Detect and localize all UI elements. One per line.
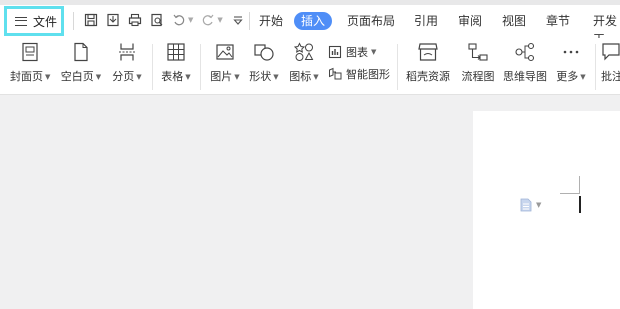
divider: [249, 12, 250, 30]
shape-icon: [254, 44, 274, 61]
undo-dropdown-icon[interactable]: ▼: [188, 16, 193, 24]
ribbon-insert: 封面页 ▼ 空白页 ▼ 分页 ▼ 表格 ▼ 图片 ▼ 形状 ▼ 图标 ▼ 图表 ▼ 智能图形 稻…: [0, 38, 620, 95]
more-dots-icon: [563, 50, 579, 54]
divider: [73, 12, 74, 30]
flowchart-label: 流程图: [461, 70, 495, 83]
tab-page-layout[interactable]: 页面布局: [347, 12, 395, 30]
chevron-down-icon: ▼: [580, 73, 586, 81]
chevron-down-icon: ▼: [273, 73, 279, 81]
ribbon-divider: [397, 44, 398, 90]
smartart-icon: [329, 67, 342, 80]
print-preview-icon[interactable]: [150, 13, 164, 27]
file-menu-button[interactable]: 文件: [4, 6, 64, 36]
paste-options-button[interactable]: ▼: [520, 198, 541, 212]
print-icon[interactable]: [128, 13, 142, 27]
tab-home[interactable]: 开始: [259, 12, 283, 30]
smartart-label: 智能图形: [346, 68, 390, 81]
page-break-button[interactable]: 分页 ▼: [110, 42, 144, 84]
mindmap-button[interactable]: 思维导图: [501, 42, 549, 84]
flowchart-button[interactable]: 流程图: [459, 42, 497, 84]
icons-library-icon: [294, 42, 314, 61]
comment-icon: [602, 43, 620, 61]
icon-button[interactable]: 图标 ▼: [287, 42, 321, 84]
tab-insert[interactable]: 插入: [294, 12, 333, 30]
ribbon-divider: [595, 44, 596, 90]
chevron-down-icon: ▼: [95, 73, 102, 81]
blank-page-icon: [74, 42, 88, 62]
tab-developer[interactable]: 开发工: [593, 12, 620, 46]
shape-label: 形状: [249, 70, 272, 83]
redo-icon[interactable]: [201, 13, 215, 27]
save-icon[interactable]: [84, 13, 98, 27]
resources-label: 稻壳资源: [406, 70, 450, 83]
cover-page-button[interactable]: 封面页 ▼: [10, 42, 50, 84]
icon-label: 图标: [289, 70, 312, 83]
chevron-down-icon: ▼: [313, 73, 319, 81]
tab-sections[interactable]: 章节: [546, 12, 570, 30]
undo-icon[interactable]: [172, 13, 186, 27]
flowchart-icon: [468, 43, 488, 61]
picture-icon: [216, 44, 234, 60]
cover-page-icon: [22, 42, 38, 62]
comment-button[interactable]: 批注: [601, 42, 620, 84]
chevron-down-icon: ▼: [136, 73, 142, 81]
smartart-button[interactable]: 智能图形: [328, 66, 390, 82]
resources-button[interactable]: 稻壳资源: [404, 42, 452, 84]
picture-label: 图片: [210, 70, 233, 83]
hamburger-icon: [15, 16, 27, 26]
tab-review[interactable]: 审阅: [458, 12, 482, 30]
chevron-down-icon: ▼: [185, 73, 191, 81]
chevron-down-icon: ▼: [371, 48, 377, 56]
document-page[interactable]: [473, 111, 620, 309]
chevron-down-icon: ▼: [45, 73, 51, 81]
mindmap-icon: [515, 42, 535, 62]
customize-toolbar-icon[interactable]: [231, 13, 245, 27]
store-icon: [418, 43, 438, 61]
text-cursor: [579, 196, 581, 213]
picture-button[interactable]: 图片 ▼: [208, 42, 242, 84]
chevron-down-icon: ▼: [234, 73, 240, 81]
quick-access-toolbar: ▼ ▼: [84, 12, 253, 28]
comment-label: 批注: [601, 70, 620, 83]
file-menu-label: 文件: [33, 14, 58, 29]
paste-document-icon: [520, 198, 532, 212]
redo-dropdown-icon[interactable]: ▼: [217, 16, 222, 24]
more-button[interactable]: 更多 ▼: [554, 42, 588, 84]
margin-corner-mark: [560, 193, 580, 194]
ribbon-divider: [152, 44, 153, 90]
blank-page-button[interactable]: 空白页 ▼: [60, 42, 102, 84]
table-button[interactable]: 表格 ▼: [160, 42, 192, 84]
chart-icon: [328, 45, 342, 59]
page-break-icon: [119, 43, 135, 61]
chevron-down-icon: ▼: [536, 201, 542, 209]
page-break-label: 分页: [112, 70, 135, 83]
chart-label: 图表: [346, 46, 368, 59]
chart-button[interactable]: 图表 ▼: [328, 44, 376, 60]
more-label: 更多: [556, 70, 579, 83]
tab-references[interactable]: 引用: [414, 12, 438, 30]
blank-page-label: 空白页: [60, 70, 94, 83]
mindmap-label: 思维导图: [503, 70, 547, 83]
tab-view[interactable]: 视图: [502, 12, 526, 30]
margin-corner-mark: [579, 176, 580, 194]
export-pdf-icon[interactable]: [106, 13, 120, 27]
ribbon-divider: [200, 44, 201, 90]
table-label: 表格: [161, 70, 184, 83]
table-icon: [167, 43, 185, 61]
shape-button[interactable]: 形状 ▼: [247, 42, 281, 84]
cover-page-label: 封面页: [10, 70, 43, 83]
